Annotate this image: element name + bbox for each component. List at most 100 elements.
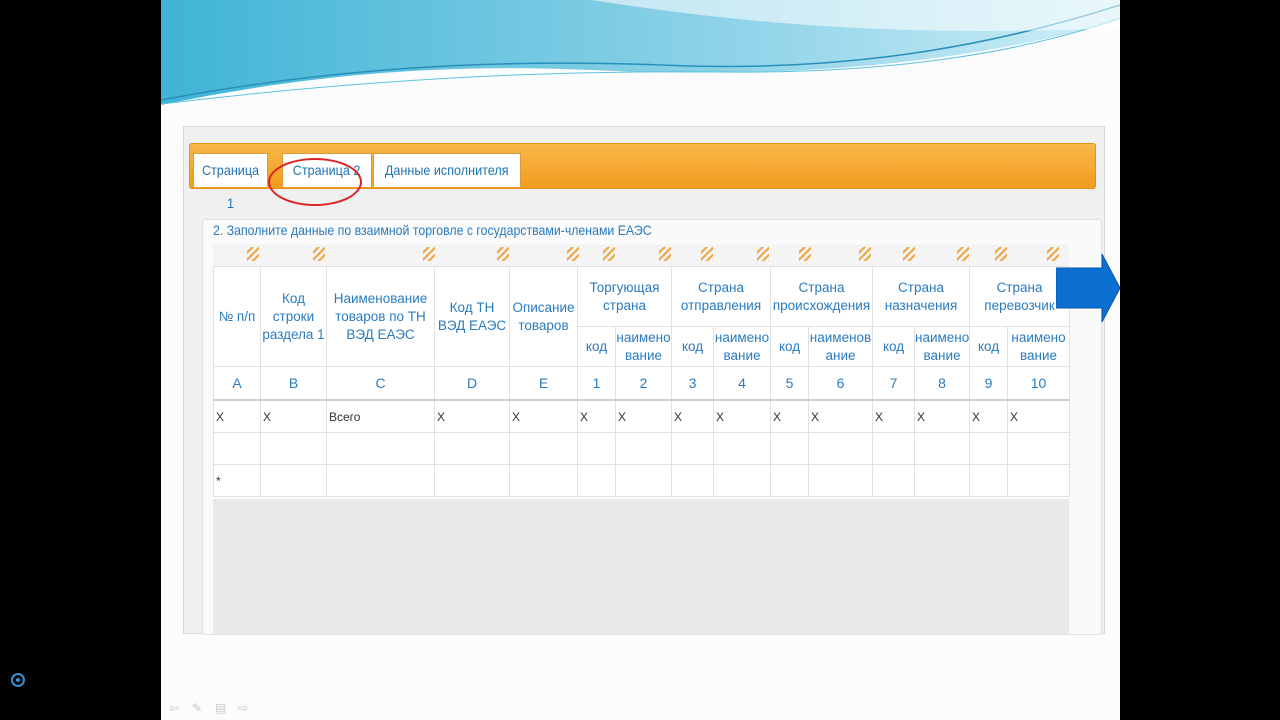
column-letter: 1 xyxy=(577,366,616,401)
table-cell[interactable] xyxy=(770,464,810,497)
subheader-code: код xyxy=(577,326,616,367)
table-row-new: * xyxy=(213,464,1071,497)
header-trading-country: Торгующая страна xyxy=(576,266,673,327)
header-row-code: Код строки раздела 1 xyxy=(260,266,327,367)
column-letter: 8 xyxy=(914,366,971,401)
hatch-icon xyxy=(701,247,713,261)
column-letter: C xyxy=(326,366,435,401)
table-cell[interactable] xyxy=(213,432,261,465)
column-letter: 6 xyxy=(808,366,874,401)
table-cell[interactable]: X xyxy=(614,399,673,433)
table-cell[interactable]: X xyxy=(969,399,1009,433)
column-letter: 4 xyxy=(713,366,772,401)
tab-bar: Страница 1 Страница 2 Данные исполнителя xyxy=(189,143,1096,211)
table-cell[interactable] xyxy=(914,464,971,497)
subheader-name: наимено вание xyxy=(914,326,971,367)
header-dispatch-country: Страна отправления xyxy=(671,266,772,327)
table-cell[interactable]: Всего xyxy=(326,399,435,433)
column-letter: 3 xyxy=(671,366,715,401)
table-cell[interactable]: X xyxy=(872,399,916,433)
table-cell[interactable] xyxy=(260,432,327,465)
table-row: X X Всего X X X X X X X X X X X X xyxy=(213,399,1071,433)
table-cell[interactable] xyxy=(770,432,810,465)
hatch-icon xyxy=(903,247,915,261)
table-cell[interactable] xyxy=(434,432,510,465)
table-cell[interactable] xyxy=(808,464,874,497)
header-origin-country: Страна происхождения xyxy=(770,266,874,327)
table-cell[interactable] xyxy=(1007,464,1071,497)
table-cell[interactable]: X xyxy=(1007,399,1071,433)
hatch-icon xyxy=(497,247,509,261)
header-goods-name: Наименование товаров по ТН ВЭД ЕАЭС xyxy=(326,266,435,367)
header-description: Описание товаров xyxy=(509,266,578,367)
arrow-left-icon[interactable]: ⇦ xyxy=(169,702,181,714)
table-cell[interactable] xyxy=(808,432,874,465)
table-cell[interactable]: X xyxy=(577,399,616,433)
table-cell[interactable]: X xyxy=(434,399,510,433)
table-cell[interactable] xyxy=(969,464,1009,497)
table-cell[interactable]: X xyxy=(671,399,715,433)
next-arrow-icon[interactable] xyxy=(1056,254,1120,322)
hatch-icon xyxy=(603,247,615,261)
table-cell[interactable] xyxy=(326,432,435,465)
column-letter: B xyxy=(260,366,327,401)
section-title: 2. Заполните данные по взаимной торговле… xyxy=(213,222,652,238)
menu-icon[interactable]: ▤ xyxy=(215,702,227,714)
column-letter: 2 xyxy=(614,366,673,401)
header-carrier-country: Страна перевозчик xyxy=(969,266,1071,327)
table-cell[interactable] xyxy=(434,464,510,497)
table-cell[interactable] xyxy=(614,432,673,465)
table-cell[interactable] xyxy=(260,464,327,497)
table-cell[interactable] xyxy=(577,464,616,497)
subheader-name: наименов ание xyxy=(808,326,874,367)
table-cell[interactable] xyxy=(713,464,772,497)
table-cell[interactable]: X xyxy=(213,399,261,433)
column-letter: D xyxy=(434,366,510,401)
table-cell[interactable] xyxy=(614,464,673,497)
subheader-name: наимено вание xyxy=(713,326,772,367)
table-cell[interactable] xyxy=(1007,432,1071,465)
column-letter: 9 xyxy=(969,366,1009,401)
application-window: Страница 1 Страница 2 Данные исполнителя… xyxy=(183,126,1105,635)
tab-page-1[interactable]: Страница 1 xyxy=(193,153,268,211)
table-cell[interactable]: X xyxy=(914,399,971,433)
hatch-icon xyxy=(313,247,325,261)
table-cell[interactable]: X xyxy=(770,399,810,433)
red-highlight-circle xyxy=(268,158,362,206)
header-hs-code: Код ТН ВЭД ЕАЭС xyxy=(434,266,510,367)
table-cell[interactable] xyxy=(509,432,578,465)
table-cell[interactable]: X xyxy=(260,399,327,433)
table-cell[interactable] xyxy=(326,464,435,497)
hatch-icon xyxy=(567,247,579,261)
hatch-icon xyxy=(995,247,1007,261)
column-letter: A xyxy=(213,366,261,401)
table-cell[interactable]: * xyxy=(213,464,261,497)
table-cell[interactable] xyxy=(671,432,715,465)
presentation-slide: Страница 1 Страница 2 Данные исполнителя… xyxy=(161,0,1120,720)
trade-table: № п/п Код строки раздела 1 Наименование … xyxy=(213,266,1071,497)
subheader-code: код xyxy=(969,326,1009,367)
arrow-right-icon[interactable]: ⇨ xyxy=(238,702,250,714)
table-cell[interactable]: X xyxy=(808,399,874,433)
table-cell[interactable] xyxy=(671,464,715,497)
table-cell[interactable] xyxy=(872,432,916,465)
slideshow-controls: ⇦ ✎ ▤ ⇨ xyxy=(169,699,261,714)
header-wave-decoration xyxy=(161,0,1120,105)
table-empty-area xyxy=(213,499,1069,634)
hatch-icon xyxy=(799,247,811,261)
table-cell[interactable] xyxy=(577,432,616,465)
subheader-name: наимено вание xyxy=(614,326,673,367)
tab-executor-data[interactable]: Данные исполнителя xyxy=(373,153,521,187)
hatch-icon xyxy=(423,247,435,261)
header-destination-country: Страна назначения xyxy=(872,266,971,327)
table-cell[interactable] xyxy=(914,432,971,465)
table-cell[interactable] xyxy=(509,464,578,497)
table-cell[interactable] xyxy=(713,432,772,465)
pen-icon[interactable]: ✎ xyxy=(192,702,204,714)
table-cell[interactable]: X xyxy=(509,399,578,433)
table-cell[interactable] xyxy=(969,432,1009,465)
table-cell[interactable] xyxy=(872,464,916,497)
hatch-icon xyxy=(659,247,671,261)
subheader-code: код xyxy=(872,326,916,367)
table-cell[interactable]: X xyxy=(713,399,772,433)
